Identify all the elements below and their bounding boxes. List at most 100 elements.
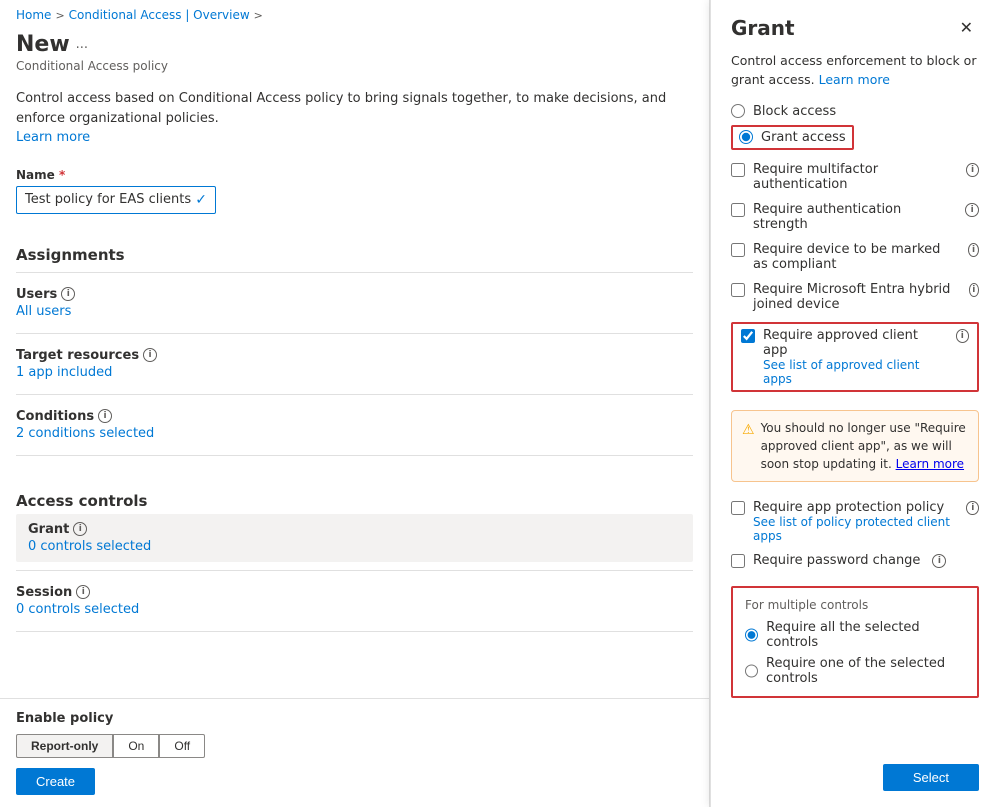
password-change-info-icon[interactable]: i <box>932 554 946 568</box>
bottom-bar: Select <box>731 740 979 791</box>
enable-policy-section: Enable policy Report-only On Off Create <box>0 698 709 807</box>
name-label: Name * <box>16 168 693 182</box>
description-learn-more[interactable]: Learn more <box>16 130 90 145</box>
conditions-label: Conditions i <box>16 409 693 424</box>
access-radio-group: Block access Grant access <box>731 104 979 150</box>
select-button[interactable]: Select <box>883 764 979 791</box>
grant-panel: Grant ✕ Control access enforcement to bl… <box>710 0 999 807</box>
app-protection-checkbox[interactable] <box>731 501 745 515</box>
auth-strength-info-icon[interactable]: i <box>965 203 979 217</box>
name-value: Test policy for EAS clients <box>25 192 191 207</box>
required-marker: * <box>59 168 65 182</box>
session-value[interactable]: 0 controls selected <box>16 602 693 617</box>
checkbox-approved-app-highlight: Require approved client app See list of … <box>731 322 979 392</box>
checkbox-mfa: Require multifactor authentication i <box>731 162 979 192</box>
page-title-text: New <box>16 32 70 57</box>
warning-box: ⚠ You should no longer use "Require appr… <box>731 410 979 482</box>
mfa-checkbox[interactable] <box>731 163 745 177</box>
compliant-label: Require device to be marked as compliant <box>753 242 956 272</box>
grant-access-label: Grant access <box>761 130 846 145</box>
panel-learn-more[interactable]: Learn more <box>819 72 890 87</box>
divider-2 <box>16 333 693 334</box>
grant-label: Grant i <box>28 522 681 537</box>
conditions-value[interactable]: 2 conditions selected <box>16 426 693 441</box>
approved-app-info-icon[interactable]: i <box>956 329 969 343</box>
require-all-label: Require all the selected controls <box>766 620 965 650</box>
warning-text: You should no longer use "Require approv… <box>761 419 968 473</box>
breadcrumb-conditional-access[interactable]: Conditional Access | Overview <box>69 8 250 22</box>
hybrid-info-icon[interactable]: i <box>969 283 979 297</box>
mfa-info-icon[interactable]: i <box>966 163 979 177</box>
description-text: Control access based on Conditional Acce… <box>16 91 666 126</box>
password-change-checkbox[interactable] <box>731 554 745 568</box>
name-input[interactable]: Test policy for EAS clients ✓ <box>16 186 216 214</box>
grant-info-icon[interactable]: i <box>73 522 87 536</box>
users-info-icon[interactable]: i <box>61 287 75 301</box>
compliant-checkbox[interactable] <box>731 243 745 257</box>
checkbox-hybrid: Require Microsoft Entra hybrid joined de… <box>731 282 979 312</box>
session-info-icon[interactable]: i <box>76 585 90 599</box>
divider-1 <box>16 272 693 273</box>
require-all-item: Require all the selected controls <box>745 620 965 650</box>
divider-5 <box>16 570 693 571</box>
require-one-label: Require one of the selected controls <box>766 656 965 686</box>
require-all-radio[interactable] <box>745 628 758 642</box>
require-one-radio[interactable] <box>745 664 758 678</box>
grant-checkbox-list: Require multifactor authentication i Req… <box>731 162 979 568</box>
page-ellipsis: ... <box>76 37 88 52</box>
grant-access-item: Grant access <box>731 125 979 150</box>
auth-strength-label: Require authentication strength <box>753 202 953 232</box>
password-change-label: Require password change <box>753 553 920 568</box>
toggle-on[interactable]: On <box>113 734 159 758</box>
warning-icon: ⚠ <box>742 420 755 441</box>
app-protection-info-icon[interactable]: i <box>966 501 979 515</box>
access-controls-section: Access controls Grant i 0 controls selec… <box>0 472 709 652</box>
conditions-info-icon[interactable]: i <box>98 409 112 423</box>
app-protection-label: Require app protection policy <box>753 500 954 515</box>
divider-4 <box>16 455 693 456</box>
mfa-label: Require multifactor authentication <box>753 162 954 192</box>
toggle-report-only[interactable]: Report-only <box>16 734 113 758</box>
assignments-title: Assignments <box>16 246 693 264</box>
grant-subsection[interactable]: Grant i 0 controls selected <box>16 514 693 562</box>
block-access-radio[interactable] <box>731 104 745 118</box>
checkbox-app-protection: Require app protection policy See list o… <box>731 500 979 543</box>
auth-strength-checkbox[interactable] <box>731 203 745 217</box>
enable-policy-label: Enable policy <box>16 711 693 726</box>
warning-learn-more[interactable]: Learn more <box>896 457 964 471</box>
hybrid-checkbox[interactable] <box>731 283 745 297</box>
page-title: New ... <box>16 32 693 57</box>
target-resources-value[interactable]: 1 app included <box>16 365 693 380</box>
page-subtitle: Conditional Access policy <box>16 59 693 73</box>
target-resources-info-icon[interactable]: i <box>143 348 157 362</box>
approved-app-checkbox[interactable] <box>741 329 755 343</box>
approved-app-link[interactable]: See list of approved client apps <box>763 358 944 386</box>
require-one-item: Require one of the selected controls <box>745 656 965 686</box>
multiple-controls-title: For multiple controls <box>745 598 965 612</box>
multiple-controls-box: For multiple controls Require all the se… <box>731 586 979 698</box>
app-protection-link[interactable]: See list of policy protected client apps <box>753 515 954 543</box>
checkmark-icon: ✓ <box>195 192 207 208</box>
target-resources-subsection: Target resources i 1 app included <box>16 342 693 386</box>
toggle-off[interactable]: Off <box>159 734 205 758</box>
target-resources-label: Target resources i <box>16 348 693 363</box>
grant-access-highlight: Grant access <box>731 125 854 150</box>
checkbox-compliant: Require device to be marked as compliant… <box>731 242 979 272</box>
description-block: Control access based on Conditional Acce… <box>0 81 709 160</box>
close-button[interactable]: ✕ <box>954 16 979 40</box>
grant-access-radio[interactable] <box>739 130 753 144</box>
breadcrumb-sep1: > <box>55 9 64 22</box>
approved-app-label: Require approved client app <box>763 328 944 358</box>
users-subsection: Users i All users <box>16 281 693 325</box>
panel-title: Grant <box>731 16 795 40</box>
hybrid-label: Require Microsoft Entra hybrid joined de… <box>753 282 957 312</box>
panel-header: Grant ✕ <box>731 16 979 40</box>
toggle-group: Report-only On Off <box>16 734 693 758</box>
breadcrumb-home[interactable]: Home <box>16 8 51 22</box>
compliant-info-icon[interactable]: i <box>968 243 979 257</box>
breadcrumb-sep2: > <box>254 9 263 22</box>
create-button[interactable]: Create <box>16 768 95 795</box>
block-access-item: Block access <box>731 104 979 119</box>
users-value[interactable]: All users <box>16 304 693 319</box>
grant-value[interactable]: 0 controls selected <box>28 539 681 554</box>
